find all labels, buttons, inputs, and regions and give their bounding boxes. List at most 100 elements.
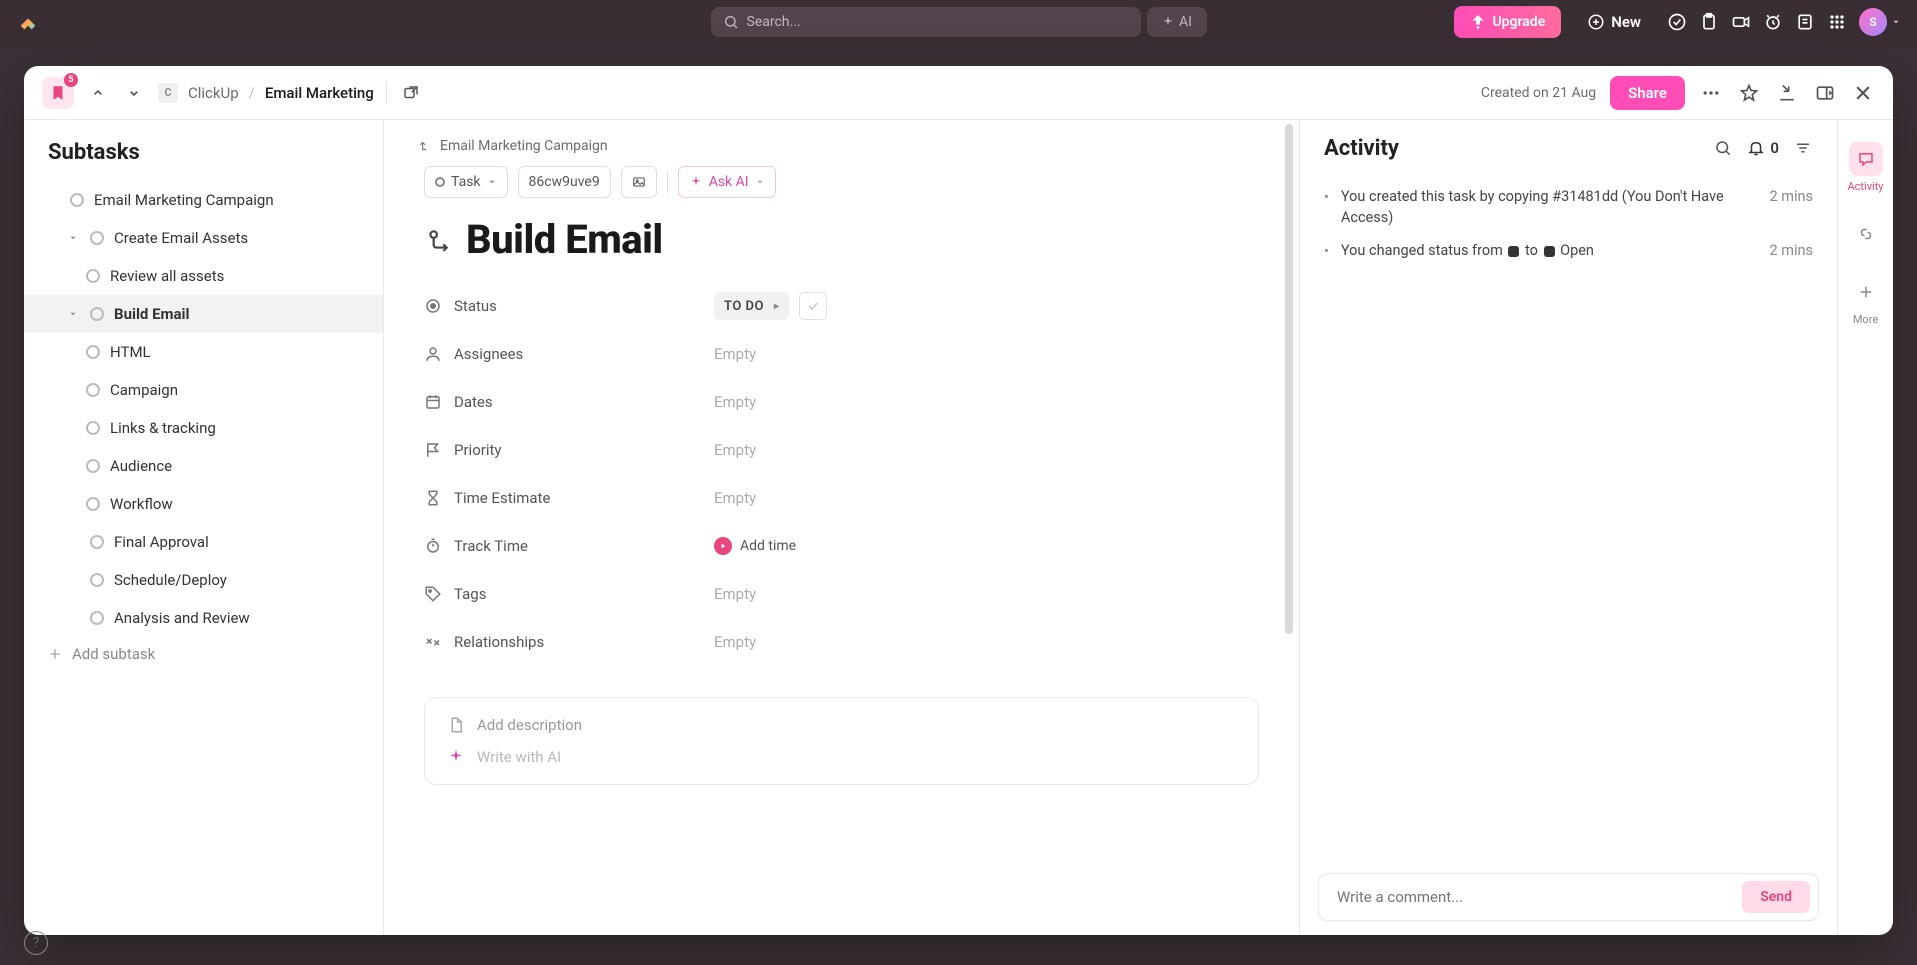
topbar-ai-button[interactable]: AI <box>1147 7 1207 37</box>
activity-item: •You changed status from to Open2 mins <box>1324 234 1813 268</box>
subtask-label: Email Marketing Campaign <box>94 191 274 209</box>
subtask-item[interactable]: Schedule/Deploy <box>24 561 383 599</box>
share-button[interactable]: Share <box>1610 76 1685 110</box>
status-dot-icon <box>90 231 104 245</box>
cover-image-button[interactable] <box>621 166 657 198</box>
activity-search-icon[interactable] <box>1713 138 1733 158</box>
breadcrumb: C ClickUp / Email Marketing <box>158 83 374 103</box>
field-time-estimate[interactable]: Time Estimate Empty <box>424 483 1224 513</box>
field-relationships[interactable]: Relationships Empty <box>424 627 1224 657</box>
rail-more[interactable]: More <box>1842 267 1890 334</box>
video-icon[interactable] <box>1731 12 1751 32</box>
subtask-item[interactable]: Review all assets <box>24 257 383 295</box>
global-search[interactable]: Search... <box>711 7 1141 37</box>
tag-icon <box>424 585 442 603</box>
clipboard-icon[interactable] <box>1699 12 1719 32</box>
more-menu-icon[interactable] <box>1699 81 1723 105</box>
help-button[interactable]: ? <box>24 931 48 955</box>
sibling-count-badge: 5 <box>64 73 78 87</box>
field-track-time: Track Time Add time <box>424 531 1224 561</box>
task-id-chip[interactable]: 86cw9uve9 <box>518 166 611 198</box>
subtask-item[interactable]: Final Approval <box>24 523 383 561</box>
search-icon <box>723 14 739 30</box>
task-modal: 5 C ClickUp / Email Marketing Created on… <box>24 66 1893 935</box>
subtask-item[interactable]: Create Email Assets <box>24 219 383 257</box>
status-color-icon <box>1508 246 1519 257</box>
activity-notifications[interactable]: 0 <box>1747 139 1779 157</box>
description-placeholder: Add description <box>477 716 582 734</box>
subtask-item[interactable]: Audience <box>24 447 383 485</box>
star-icon[interactable] <box>1737 81 1761 105</box>
field-assignees[interactable]: Assignees Empty <box>424 339 1224 369</box>
rail-activity[interactable]: Activity <box>1842 134 1890 201</box>
subtask-item[interactable]: Analysis and Review <box>24 599 383 637</box>
close-button[interactable] <box>1851 81 1875 105</box>
modal-task-icon[interactable]: 5 <box>42 77 74 109</box>
check-circle-icon[interactable] <box>1667 12 1687 32</box>
bell-icon <box>1747 139 1765 157</box>
prev-task-button[interactable] <box>86 81 110 105</box>
image-icon <box>632 174 646 190</box>
subtask-label: Campaign <box>110 381 178 399</box>
chevron-down-icon <box>1891 17 1901 27</box>
status-dot-icon <box>90 535 104 549</box>
activity-filter-icon[interactable] <box>1793 138 1813 158</box>
subtask-item[interactable]: Links & tracking <box>24 409 383 447</box>
subtask-item[interactable]: Workflow <box>24 485 383 523</box>
alarm-icon[interactable] <box>1763 12 1783 32</box>
task-type-icon <box>424 226 452 254</box>
breadcrumb-space[interactable]: ClickUp <box>188 84 239 102</box>
field-dates[interactable]: Dates Empty <box>424 387 1224 417</box>
note-icon[interactable] <box>1795 12 1815 32</box>
space-chip[interactable]: C <box>158 83 178 103</box>
ask-ai-button[interactable]: Ask AI <box>678 166 776 198</box>
new-button[interactable]: New <box>1573 6 1655 38</box>
next-task-button[interactable] <box>122 81 146 105</box>
bookmark-icon <box>49 84 67 102</box>
app-topbar: Search... AI Upgrade New S <box>0 0 1917 44</box>
relationship-icon <box>424 633 442 651</box>
subtask-item[interactable]: Campaign <box>24 371 383 409</box>
apps-grid-icon[interactable] <box>1827 12 1847 32</box>
person-icon <box>424 345 442 363</box>
send-button[interactable]: Send <box>1742 881 1810 913</box>
mark-complete-button[interactable] <box>799 292 827 320</box>
subtask-label: Schedule/Deploy <box>114 571 227 589</box>
task-type-dropdown[interactable]: Task <box>424 166 508 198</box>
play-icon <box>714 537 732 555</box>
add-time-button[interactable]: Add time <box>714 537 1224 555</box>
app-logo[interactable] <box>16 10 40 34</box>
rail-link[interactable] <box>1842 209 1890 259</box>
field-tags[interactable]: Tags Empty <box>424 579 1224 609</box>
stopwatch-icon <box>424 537 442 555</box>
breadcrumb-location[interactable]: Email Marketing <box>265 84 374 102</box>
add-subtask-button[interactable]: Add subtask <box>24 637 383 671</box>
status-dot-icon <box>86 269 100 283</box>
status-dot-icon <box>435 177 445 187</box>
caret-down-icon[interactable] <box>68 233 80 243</box>
subtask-item[interactable]: Email Marketing Campaign <box>24 181 383 219</box>
description-card[interactable]: Add description Write with AI <box>424 697 1259 785</box>
sparkle-icon <box>447 748 465 766</box>
activity-time: 2 mins <box>1770 240 1813 262</box>
status-dropdown[interactable]: TO DO ▸ <box>714 292 789 320</box>
comment-box: Send <box>1318 873 1819 921</box>
plus-icon <box>48 647 62 661</box>
parent-task-link[interactable]: Email Marketing Campaign <box>418 138 608 154</box>
comment-input[interactable] <box>1337 888 1742 906</box>
sparkle-icon <box>689 175 703 189</box>
subtask-item[interactable]: Build Email <box>24 295 383 333</box>
field-priority[interactable]: Priority Empty <box>424 435 1224 465</box>
collapse-icon[interactable] <box>1775 81 1799 105</box>
new-window-icon[interactable] <box>399 81 423 105</box>
sidebar-toggle-icon[interactable] <box>1813 81 1837 105</box>
subtask-item[interactable]: HTML <box>24 333 383 371</box>
subtask-label: Review all assets <box>110 267 224 285</box>
user-menu[interactable]: S <box>1859 8 1901 36</box>
upgrade-button[interactable]: Upgrade <box>1454 6 1561 38</box>
scrollbar[interactable] <box>1285 120 1293 860</box>
caret-down-icon[interactable] <box>68 309 80 319</box>
chevron-right-icon: ▸ <box>774 301 780 312</box>
write-with-ai[interactable]: Write with AI <box>477 748 561 766</box>
task-title[interactable]: Build Email <box>466 216 663 263</box>
